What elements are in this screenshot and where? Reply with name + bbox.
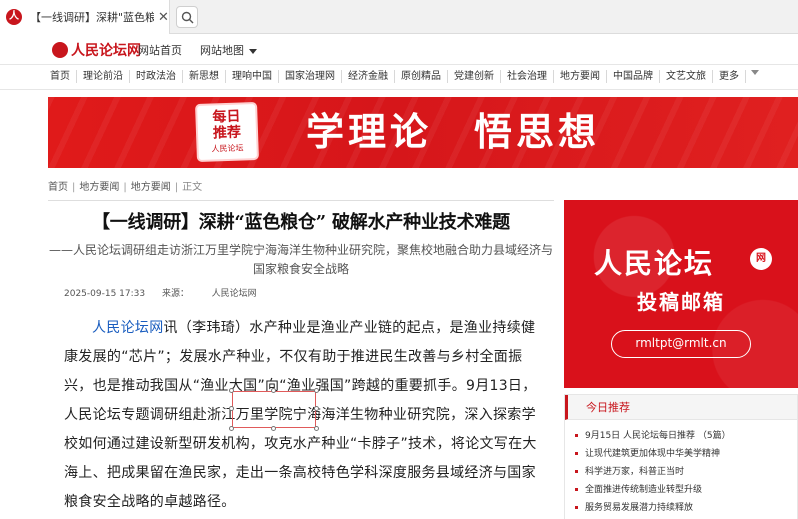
article-source: 来源： 人民论坛网 xyxy=(162,289,271,299)
recommend-item-label: 让现代建筑更加体现中华美学精神 xyxy=(585,449,721,459)
recommend-item[interactable]: 科学进万家，科普正当时 xyxy=(575,463,797,481)
breadcrumb-local-news[interactable]: 地方要闻 xyxy=(79,182,119,193)
article-source-link[interactable]: 人民论坛网 xyxy=(92,320,164,336)
recommend-item[interactable]: 服务贸易发展潜力持续释放 xyxy=(575,499,797,517)
nav-item[interactable]: 时政法治 xyxy=(130,70,183,83)
nav-item[interactable]: 新思想 xyxy=(183,70,226,83)
bullet-icon xyxy=(575,470,578,473)
bullet-icon xyxy=(575,506,578,509)
recommend-item[interactable]: 9月15日 人民论坛每日推荐 （5篇） xyxy=(575,427,797,445)
breadcrumb-separator: | xyxy=(174,182,179,193)
site-map-dropdown[interactable]: 网站地图 xyxy=(200,42,257,58)
resize-handle[interactable] xyxy=(229,406,234,411)
badge-line2: 推荐 xyxy=(212,124,242,142)
nav-item[interactable]: 中国品牌 xyxy=(607,70,660,83)
banner-slogan: 学理论 悟思想 xyxy=(306,109,601,154)
resize-handle[interactable] xyxy=(314,388,319,393)
ad-email: rmltpt@rmlt.cn xyxy=(611,330,751,358)
source-name: 人民论坛网 xyxy=(211,289,257,299)
content-divider xyxy=(48,200,554,201)
logo-text: 人民论坛网 xyxy=(71,43,141,59)
recommend-item[interactable]: 让现代建筑更加体现中华美学精神 xyxy=(575,445,797,463)
resize-handle[interactable] xyxy=(271,388,276,393)
ad-brand-badge: 网 xyxy=(750,248,772,270)
nav-item[interactable]: 首页 xyxy=(44,70,77,83)
search-button[interactable] xyxy=(176,6,198,28)
browser-tab[interactable]: 人 【一线调研】深耕"蓝色粮仓" ✕ xyxy=(0,0,170,34)
article-meta: 2025-09-15 17:33 来源： 人民论坛网 xyxy=(64,286,285,299)
channel-nav-list: 首页 理论前沿 时政法治 新思想 理响中国 国家治理网 经济金融 原创精品 党建创新 社会治理 地方… xyxy=(44,70,759,83)
nav-item[interactable]: 国家治理网 xyxy=(279,70,342,83)
browser-tab-bar: 人 【一线调研】深耕"蓝色粮仓" ✕ xyxy=(0,0,798,34)
breadcrumb-local-news-sub[interactable]: 地方要闻 xyxy=(131,182,171,193)
article-title: 【一线调研】深耕“蓝色粮仓” 破解水产种业技术难题 xyxy=(92,212,510,233)
nav-item[interactable]: 理论前沿 xyxy=(77,70,130,83)
recommend-title: 今日推荐 xyxy=(565,395,797,420)
nav-item[interactable]: 理响中国 xyxy=(226,70,279,83)
breadcrumb-separator: | xyxy=(72,182,76,193)
nav-item[interactable]: 更多 xyxy=(713,70,746,83)
nav-item[interactable]: 地方要闻 xyxy=(554,70,607,83)
ad-brand: 人民论坛 xyxy=(594,247,715,280)
tab-title: 【一线调研】深耕"蓝色粮仓" xyxy=(30,11,154,24)
recommend-item[interactable]: 全面推进传统制造业转型升级 xyxy=(575,481,797,499)
chevron-down-icon xyxy=(751,70,759,75)
site-favicon-icon: 人 xyxy=(6,9,22,25)
recommend-item-label: 9月15日 人民论坛每日推荐 （5篇） xyxy=(585,431,731,441)
chevron-down-icon xyxy=(249,48,257,54)
submission-email-ad[interactable]: 人民论坛 网 投稿邮箱 rmltpt@rmlt.cn xyxy=(564,200,798,388)
nav-item[interactable]: 文艺文旅 xyxy=(660,70,713,83)
promo-banner[interactable]: 每日 推荐 人民论坛 学理论 悟思想 xyxy=(48,97,798,168)
source-label: 来源： xyxy=(161,289,189,299)
breadcrumb-home[interactable]: 首页 xyxy=(48,182,68,193)
today-recommend-box: 今日推荐 9月15日 人民论坛每日推荐 （5篇） 让现代建筑更加体现中华美学精神科… xyxy=(564,394,798,519)
nav-item[interactable]: 原创精品 xyxy=(395,70,448,83)
nav-item[interactable]: 党建创新 xyxy=(448,70,501,83)
site-header: 人民论坛网 网站首页 网站地图 xyxy=(0,34,798,65)
search-icon xyxy=(181,11,194,24)
resize-handle[interactable] xyxy=(229,388,234,393)
close-icon[interactable]: ✕ xyxy=(158,10,169,25)
site-map-label: 网站地图 xyxy=(200,44,244,57)
nav-item[interactable]: 社会治理 xyxy=(501,70,554,83)
home-link[interactable]: 网站首页 xyxy=(138,42,182,58)
article-date: 2025-09-15 17:33 xyxy=(64,289,146,299)
recommend-item-label: 服务贸易发展潜力持续释放 xyxy=(585,503,694,513)
breadcrumb-current: 正文 xyxy=(182,182,203,193)
ad-caption: 投稿邮箱 xyxy=(637,290,725,314)
article-subtitle: ——人民论坛调研组走访浙江万里学院宁海海洋生物种业研究院，聚焦校地融合助力县域经… xyxy=(48,243,553,276)
resize-handle[interactable] xyxy=(229,426,234,431)
badge-line3: 人民论坛 xyxy=(211,143,244,154)
recommend-item-label: 全面推进传统制造业转型升级 xyxy=(585,485,703,495)
breadcrumb: 首页 | 地方要闻 | 地方要闻 | 正文 xyxy=(48,178,202,193)
resize-handle[interactable] xyxy=(314,406,319,411)
site-logo[interactable]: 人民论坛网 xyxy=(52,40,141,60)
recommend-list: 9月15日 人民论坛每日推荐 （5篇） 让现代建筑更加体现中华美学精神 科学进万家，… xyxy=(565,420,797,517)
bullet-icon xyxy=(575,434,578,437)
channel-nav: 首页 理论前沿 时政法治 新思想 理响中国 国家治理网 经济金融 原创精品 党建创新 社会治理 地方… xyxy=(0,65,798,90)
recommend-item-label: 科学进万家，科普正当时 xyxy=(585,467,685,477)
bullet-icon xyxy=(575,452,578,455)
resize-handle[interactable] xyxy=(271,426,276,431)
text-selection-box[interactable] xyxy=(229,388,319,431)
breadcrumb-separator: | xyxy=(123,182,127,193)
bullet-icon xyxy=(575,488,578,491)
daily-recommend-badge: 每日 推荐 人民论坛 xyxy=(197,104,257,160)
resize-handle[interactable] xyxy=(314,426,319,431)
logo-mark-icon xyxy=(52,42,68,58)
nav-item[interactable]: 经济金融 xyxy=(342,70,395,83)
